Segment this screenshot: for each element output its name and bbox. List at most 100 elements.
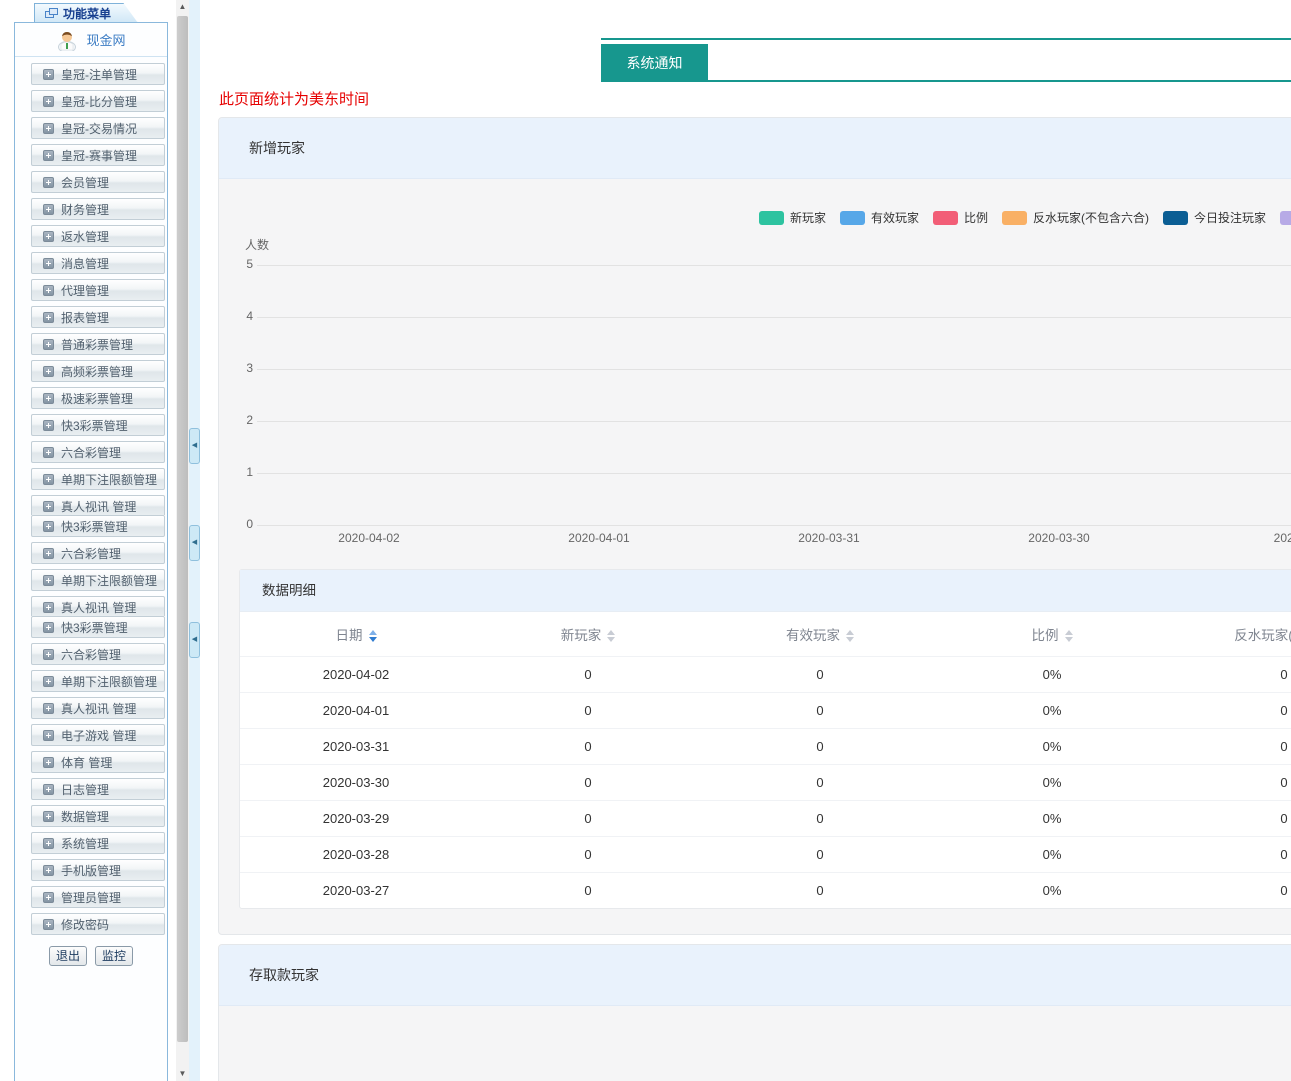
- sidebar-item-31[interactable]: 管理员管理: [31, 886, 165, 908]
- sidebar-item-28[interactable]: 数据管理: [31, 805, 165, 827]
- sidebar-item-20[interactable]: 真人视讯 管理: [31, 596, 165, 616]
- expand-plus-icon[interactable]: [43, 420, 54, 431]
- sidebar-item-19[interactable]: 单期下注限额管理: [31, 569, 165, 591]
- sidebar-item-7[interactable]: 消息管理: [31, 252, 165, 274]
- expand-plus-icon[interactable]: [43, 231, 54, 242]
- menu-item-wrap: 快3彩票管理: [15, 515, 167, 542]
- sidebar-item-8[interactable]: 代理管理: [31, 279, 165, 301]
- collapse-left-icon[interactable]: ◀: [189, 622, 200, 658]
- user-row[interactable]: 现金网: [15, 23, 167, 57]
- expand-plus-icon[interactable]: [43, 69, 54, 80]
- sidebar-item-23[interactable]: 单期下注限额管理: [31, 670, 165, 692]
- scroll-down-icon[interactable]: ▼: [176, 1067, 189, 1081]
- sidebar-item-11[interactable]: 高频彩票管理: [31, 360, 165, 382]
- expand-plus-icon[interactable]: [43, 649, 54, 660]
- logout-button[interactable]: 退出: [49, 946, 87, 966]
- column-header-4[interactable]: 反水玩家(不包: [1168, 612, 1291, 656]
- expand-plus-icon[interactable]: [43, 838, 54, 849]
- scroll-up-icon[interactable]: ▲: [176, 0, 189, 14]
- sidebar-item-0[interactable]: 皇冠-注单管理: [31, 63, 165, 85]
- expand-plus-icon[interactable]: [43, 258, 54, 269]
- expand-plus-icon[interactable]: [43, 865, 54, 876]
- expand-plus-icon[interactable]: [43, 366, 54, 377]
- sidebar-item-26[interactable]: 体育 管理: [31, 751, 165, 773]
- sidebar-item-12[interactable]: 极速彩票管理: [31, 387, 165, 409]
- expand-plus-icon[interactable]: [43, 285, 54, 296]
- sort-carets-icon[interactable]: [607, 630, 615, 642]
- expand-plus-icon[interactable]: [43, 339, 54, 350]
- expand-plus-icon[interactable]: [43, 177, 54, 188]
- collapse-left-icon[interactable]: ◀: [189, 428, 200, 464]
- scrollbar-thumb[interactable]: [177, 16, 188, 1042]
- expand-plus-icon[interactable]: [43, 602, 54, 613]
- legend-item-0[interactable]: 新玩家: [759, 209, 826, 226]
- monitor-button[interactable]: 监控: [95, 946, 133, 966]
- sidebar-header-tab[interactable]: 功能菜单: [34, 3, 138, 23]
- legend-item-3[interactable]: 反水玩家(不包含六合): [1002, 209, 1149, 226]
- expand-plus-icon[interactable]: [43, 548, 54, 559]
- sidebar-item-25[interactable]: 电子游戏 管理: [31, 724, 165, 746]
- expand-plus-icon[interactable]: [43, 393, 54, 404]
- sidebar-item-27[interactable]: 日志管理: [31, 778, 165, 800]
- expand-plus-icon[interactable]: [43, 784, 54, 795]
- column-header-2[interactable]: 有效玩家: [704, 612, 936, 656]
- expand-plus-icon[interactable]: [43, 96, 54, 107]
- sidebar-item-14[interactable]: 六合彩管理: [31, 441, 165, 463]
- sidebar-item-13[interactable]: 快3彩票管理: [31, 414, 165, 436]
- sidebar-item-30[interactable]: 手机版管理: [31, 859, 165, 881]
- expand-plus-icon[interactable]: [43, 447, 54, 458]
- sidebar-item-22[interactable]: 六合彩管理: [31, 643, 165, 665]
- sidebar-scrollbar[interactable]: ▲ ▼: [176, 0, 189, 1081]
- table-row: 2020-03-31000%0: [240, 728, 1291, 764]
- expand-plus-icon[interactable]: [43, 501, 54, 512]
- y-tick-label: 2: [225, 413, 253, 427]
- sidebar-item-1[interactable]: 皇冠-比分管理: [31, 90, 165, 112]
- tab-system-notice[interactable]: 系统通知: [601, 44, 708, 82]
- expand-plus-icon[interactable]: [43, 204, 54, 215]
- expand-plus-icon[interactable]: [43, 892, 54, 903]
- sidebar-item-17[interactable]: 快3彩票管理: [31, 515, 165, 537]
- expand-plus-icon[interactable]: [43, 919, 54, 930]
- expand-plus-icon[interactable]: [43, 622, 54, 633]
- splitter[interactable]: ◀ ◀ ◀: [189, 0, 200, 1081]
- sidebar-item-15[interactable]: 单期下注限额管理: [31, 468, 165, 490]
- expand-plus-icon[interactable]: [43, 150, 54, 161]
- legend-item-4[interactable]: 今日投注玩家: [1163, 209, 1266, 226]
- sidebar-item-6[interactable]: 返水管理: [31, 225, 165, 247]
- sidebar-item-24[interactable]: 真人视讯 管理: [31, 697, 165, 719]
- sidebar-item-2[interactable]: 皇冠-交易情况: [31, 117, 165, 139]
- expand-plus-icon[interactable]: [43, 575, 54, 586]
- sidebar-item-32[interactable]: 修改密码: [31, 913, 165, 935]
- sort-carets-icon[interactable]: [846, 630, 854, 642]
- sort-carets-icon[interactable]: [1065, 630, 1073, 642]
- sidebar-item-10[interactable]: 普通彩票管理: [31, 333, 165, 355]
- legend-item-5[interactable]: 电: [1280, 209, 1291, 226]
- expand-plus-icon[interactable]: [43, 521, 54, 532]
- sidebar-item-3[interactable]: 皇冠-赛事管理: [31, 144, 165, 166]
- sidebar-item-5[interactable]: 财务管理: [31, 198, 165, 220]
- column-header-3[interactable]: 比例: [936, 612, 1168, 656]
- legend-item-1[interactable]: 有效玩家: [840, 209, 919, 226]
- collapse-left-icon[interactable]: ◀: [189, 525, 200, 561]
- sidebar-item-18[interactable]: 六合彩管理: [31, 542, 165, 564]
- expand-plus-icon[interactable]: [43, 811, 54, 822]
- expand-plus-icon[interactable]: [43, 312, 54, 323]
- expand-plus-icon[interactable]: [43, 676, 54, 687]
- username: 现金网: [86, 30, 125, 49]
- sidebar-item-16[interactable]: 真人视讯 管理: [31, 495, 165, 515]
- sidebar-item-9[interactable]: 报表管理: [31, 306, 165, 328]
- expand-plus-icon[interactable]: [43, 123, 54, 134]
- column-header-0[interactable]: 日期: [240, 612, 472, 656]
- expand-plus-icon[interactable]: [43, 730, 54, 741]
- sidebar-item-label: 报表管理: [61, 309, 109, 326]
- sidebar-item-21[interactable]: 快3彩票管理: [31, 616, 165, 638]
- expand-plus-icon[interactable]: [43, 703, 54, 714]
- detail-table: 日期新玩家有效玩家比例反水玩家(不包 2020-04-02000%02020-0…: [240, 612, 1291, 908]
- legend-item-2[interactable]: 比例: [933, 209, 988, 226]
- expand-plus-icon[interactable]: [43, 757, 54, 768]
- expand-plus-icon[interactable]: [43, 474, 54, 485]
- sidebar-item-29[interactable]: 系统管理: [31, 832, 165, 854]
- sidebar-item-4[interactable]: 会员管理: [31, 171, 165, 193]
- sort-carets-icon[interactable]: [369, 630, 377, 642]
- column-header-1[interactable]: 新玩家: [472, 612, 704, 656]
